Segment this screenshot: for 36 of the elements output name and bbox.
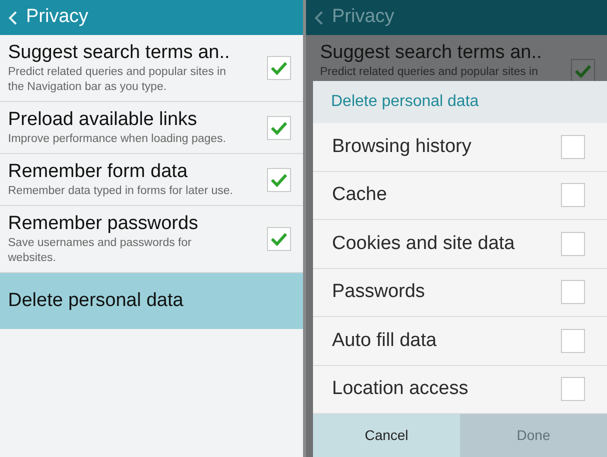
check-icon [270,120,288,134]
option-row[interactable]: Browsing history [313,123,607,172]
check-icon [270,172,288,186]
setting-description: Remember data typed in forms for later use. [8,184,234,199]
option-label: Cookies and site data [332,232,515,256]
check-icon [270,61,288,75]
check-icon [270,232,288,246]
setting-description: Improve performance when loading pages. [8,132,227,147]
setting-label: Suggest search terms an.. [8,41,231,65]
setting-row[interactable]: Preload available links Improve performance when loading pages. [0,102,303,154]
option-row[interactable]: Cookies and site data [313,220,607,268]
setting-description: Predict related queries and popular sites in [320,65,539,80]
check-icon [574,64,592,78]
setting-label: Suggest search terms an.. [320,41,543,65]
option-row[interactable]: Auto fill data [313,317,607,366]
back-icon[interactable] [314,10,324,26]
delete-data-row[interactable]: Delete personal data [0,273,303,329]
setting-label: Preload available links [8,108,198,132]
option-label: Location access [332,377,468,401]
setting-description: Predict related queries and popular sites in the Navigation bar as you type. [8,65,227,95]
setting-label: Remember passwords [8,212,200,236]
dialog-title: Delete personal data [313,81,607,123]
option-row[interactable]: Passwords [313,268,607,317]
option-label: Passwords [332,280,425,304]
setting-description: Save usernames and passwords for websites. [8,236,192,266]
setting-row[interactable]: Suggest search terms an.. Predict related queries and popular sites in the Navigation bar as you type. [0,35,303,102]
setting-row[interactable]: Remember form data Remember data typed in forms for later use. [0,154,303,206]
option-label: Browsing history [332,134,472,158]
screen-title: Privacy [26,5,88,30]
screen-title: Privacy [332,5,394,30]
option-label: Auto fill data [332,328,437,352]
option-row[interactable]: Cache [313,172,607,220]
setting-label: Remember form data [8,160,189,184]
option-label: Cache [332,183,387,207]
checkbox[interactable] [571,59,595,83]
dialog-button[interactable]: Cancel [313,414,460,457]
